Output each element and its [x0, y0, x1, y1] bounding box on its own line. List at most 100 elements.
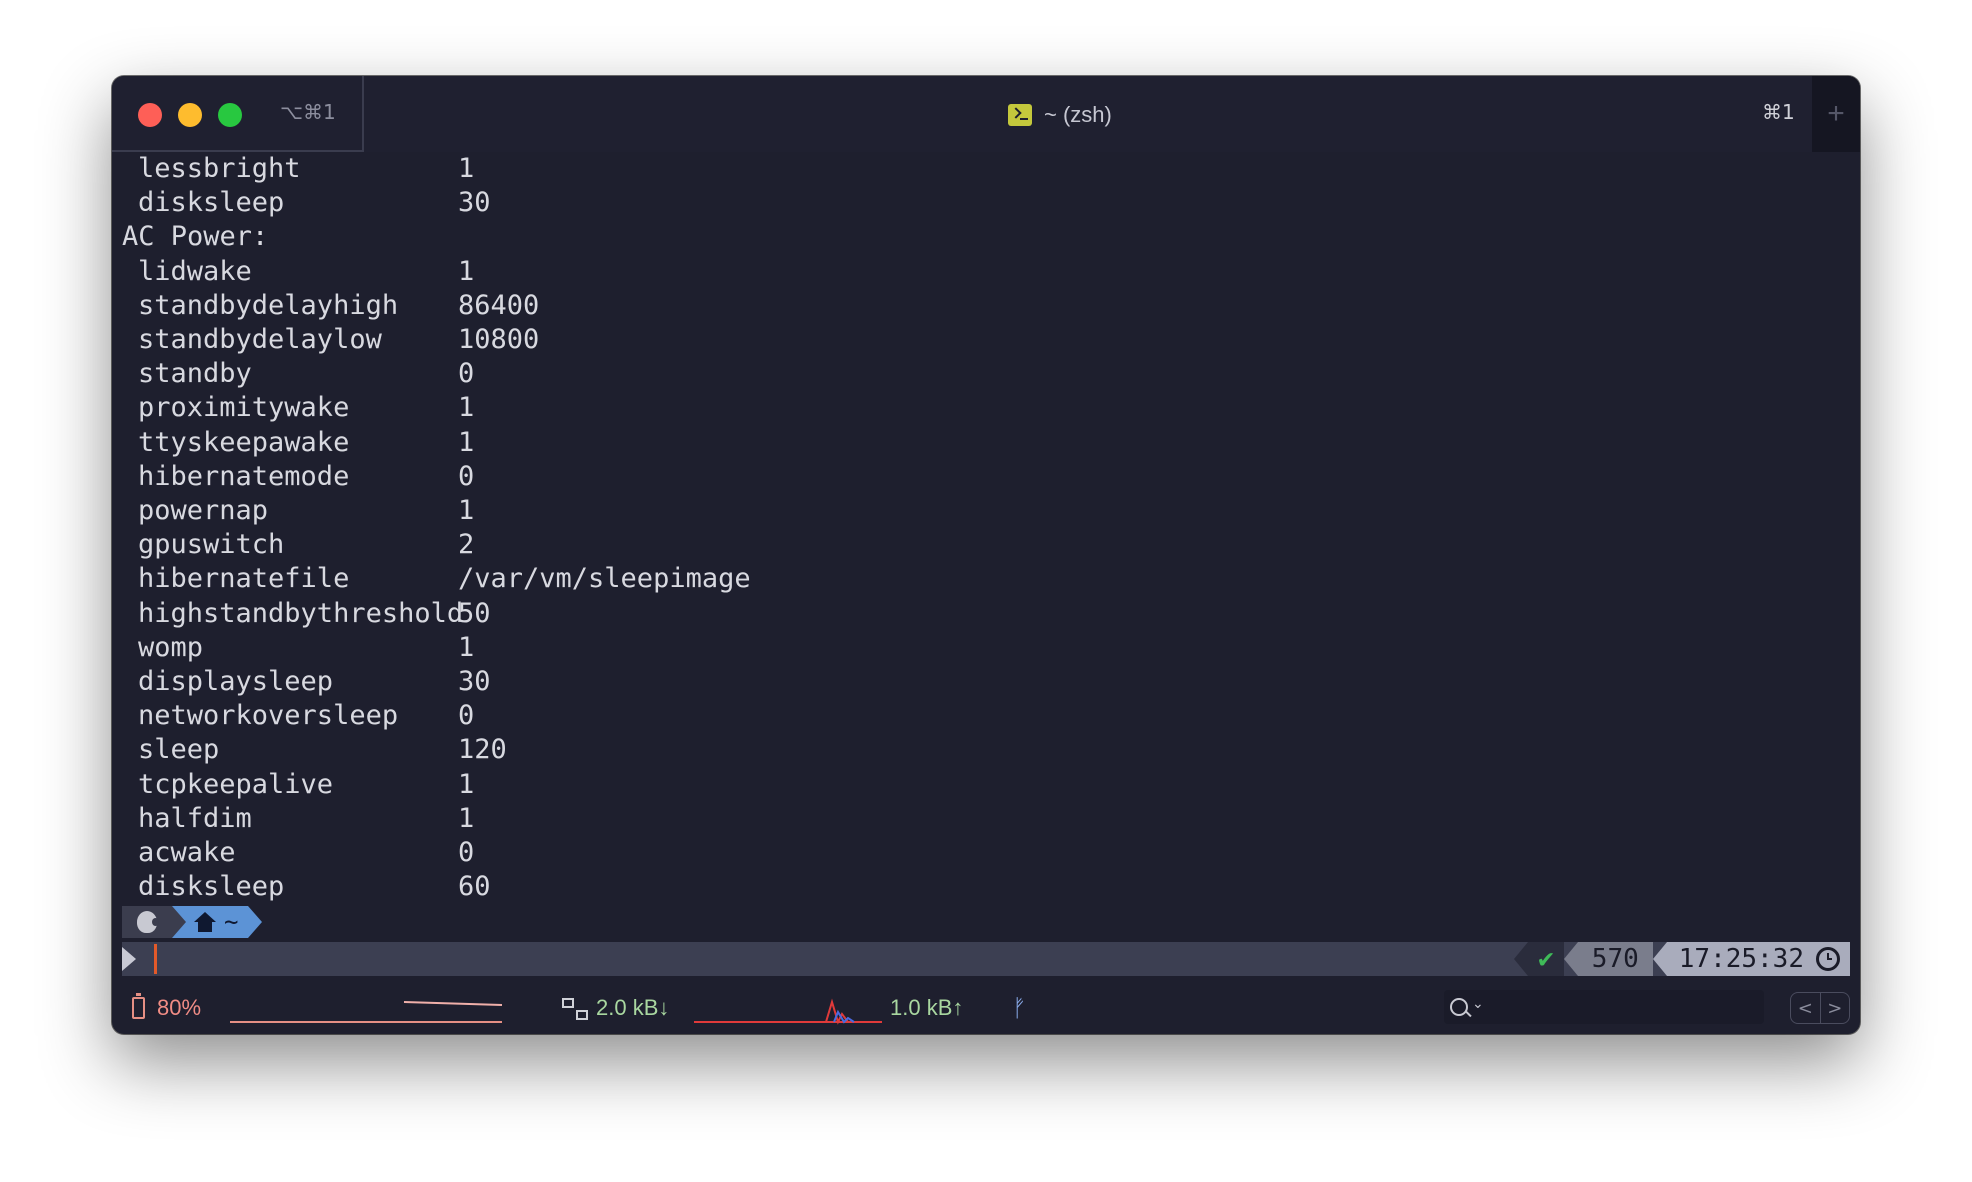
setting-key: ttyskeepawake	[138, 426, 350, 458]
setting-value: 50	[458, 597, 491, 629]
setting-line: gpuswitch 2	[122, 528, 474, 562]
setting-value: 1	[458, 631, 475, 663]
setting-line: hibernatefile/var/vm/sleepimage	[122, 562, 751, 596]
setting-line: proximitywake 1	[122, 391, 474, 425]
setting-line: networkoversleep 0	[122, 699, 474, 733]
battery-percent: 80%	[157, 995, 202, 1020]
setting-key: gpuswitch	[138, 529, 285, 561]
prompt-context: ~	[122, 906, 263, 938]
setting-value: 1	[458, 768, 475, 800]
setting-value: 60	[458, 871, 491, 903]
close-button[interactable]	[138, 103, 162, 127]
tab-current[interactable]: ⌥⌘1	[112, 76, 364, 152]
setting-line: disksleep 30	[122, 186, 491, 220]
text-cursor	[154, 944, 157, 974]
network-status[interactable]: 2.0 kB↓	[562, 994, 669, 1022]
network-icon	[562, 996, 588, 1020]
setting-key: womp	[138, 631, 204, 663]
setting-line: powernap 1	[122, 494, 474, 528]
next-match-button[interactable]: >	[1819, 993, 1850, 1023]
setting-line: womp 1	[122, 631, 474, 665]
setting-key: lessbright	[138, 153, 301, 184]
battery-icon	[132, 993, 145, 1019]
net-upload: 1.0 kB↑	[890, 995, 964, 1020]
setting-key: standbydelaylow	[138, 324, 382, 355]
battery-sparkline	[230, 1001, 503, 1023]
setting-key: sleep	[138, 734, 220, 766]
setting-key: disksleep	[138, 871, 285, 903]
setting-key: halfdim	[138, 802, 252, 834]
dir-segment: ~	[172, 906, 263, 938]
net-download: 2.0 kB↓	[596, 995, 670, 1020]
home-icon	[194, 912, 216, 932]
setting-value: 0	[458, 460, 475, 492]
setting-line: standby 0	[122, 357, 474, 391]
terminal-output[interactable]: lessbright 1 disksleep 30 AC Power: lidwake 1 s…	[112, 152, 1860, 902]
status-bar: 80% 2.0 kB↓ 1.0 kB↑ ᚠ ⌄ < >	[112, 982, 1860, 1034]
setting-line: hibernatemode 0	[122, 460, 474, 494]
setting-key: hibernatemode	[138, 460, 350, 492]
setting-value: 0	[458, 700, 475, 732]
command-prompt[interactable]: ✔ 570 17:25:32	[122, 942, 1850, 976]
window-title: ~ (zsh)	[1008, 100, 1112, 130]
git-status[interactable]: ᚠ	[1012, 994, 1026, 1022]
battery-status[interactable]: 80%	[132, 993, 202, 1022]
setting-value: 10800	[458, 324, 540, 355]
window-shortcut-label: ⌘1	[1762, 100, 1795, 124]
status-check-icon: ✔	[1528, 942, 1564, 976]
prompt-time: 17:25:32	[1666, 942, 1850, 976]
zoom-button[interactable]	[218, 103, 242, 127]
search-nav: < >	[1790, 992, 1850, 1024]
setting-value: 30	[458, 187, 491, 219]
apple-icon	[137, 911, 159, 933]
setting-key: hibernatefile	[138, 563, 350, 595]
setting-key: standby	[138, 358, 252, 390]
window-title-text: ~ (zsh)	[1044, 102, 1112, 127]
clock-icon	[1816, 947, 1840, 971]
terminal-window: ⌥⌘1 ~ (zsh) ⌘1 + lessbright 1 disksleep 30 A…	[112, 76, 1860, 1034]
setting-value: 1	[458, 495, 475, 526]
previous-match-button[interactable]: <	[1791, 993, 1820, 1023]
setting-value: 0	[458, 358, 475, 390]
setting-value: /var/vm/sleepimage	[458, 563, 751, 595]
search-field[interactable]: ⌄	[1444, 990, 1764, 1024]
setting-line: standbydelayhigh 86400	[122, 289, 539, 323]
current-dir: ~	[224, 908, 239, 936]
network-upload-status: 1.0 kB↑	[890, 994, 963, 1022]
terminal-icon	[1008, 104, 1032, 126]
setting-line: lessbright 1	[122, 152, 474, 186]
setting-line: disksleep 60	[122, 870, 491, 904]
setting-value: 1	[458, 255, 475, 287]
setting-value: 1	[458, 802, 475, 834]
setting-line: halfdim 1	[122, 802, 474, 836]
setting-line: lidwake 1	[122, 255, 474, 289]
git-branch-icon: ᚠ	[1012, 994, 1027, 1022]
time-text: 17:25:32	[1678, 944, 1804, 974]
setting-value: 1	[458, 392, 475, 424]
right-prompt: ✔ 570 17:25:32	[1514, 942, 1850, 976]
setting-value: 2	[458, 529, 475, 561]
setting-line: acwake 0	[122, 836, 474, 870]
os-segment	[122, 906, 172, 938]
setting-value: 86400	[458, 289, 540, 321]
setting-key: acwake	[138, 837, 236, 868]
setting-value: 30	[458, 666, 491, 697]
setting-value: 1	[458, 426, 475, 458]
search-icon	[1450, 998, 1468, 1016]
setting-line: sleep 120	[122, 733, 507, 767]
new-tab-button[interactable]: +	[1812, 76, 1860, 152]
minimize-button[interactable]	[178, 103, 202, 127]
setting-value: 120	[458, 734, 507, 766]
tab-shortcut-label: ⌥⌘1	[280, 100, 336, 124]
prompt-arrow-icon	[122, 947, 136, 971]
setting-value: 1	[458, 153, 475, 184]
setting-key: networkoversleep	[138, 700, 399, 732]
section-header: AC Power:	[122, 221, 269, 253]
title-bar: ⌥⌘1 ~ (zsh) ⌘1 +	[112, 76, 1860, 152]
setting-key: highstandbythreshold	[138, 597, 464, 629]
setting-key: lidwake	[138, 255, 252, 287]
history-count: 570	[1577, 942, 1653, 976]
setting-line: ttyskeepawake 1	[122, 426, 474, 460]
setting-key: proximitywake	[138, 392, 350, 424]
network-sparkline	[694, 998, 882, 1025]
